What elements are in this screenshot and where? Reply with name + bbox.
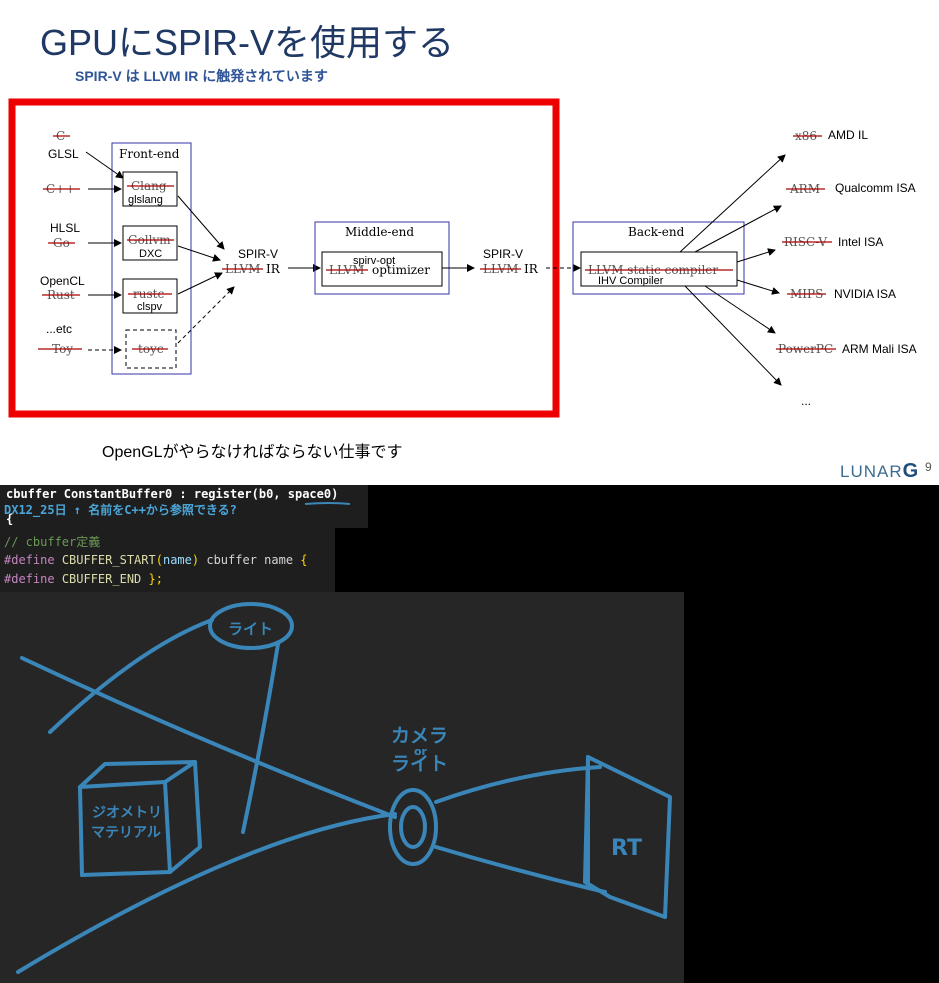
code-define-end: #define CBUFFER_END }; [4,572,163,586]
backend-new: IHV Compiler [598,275,664,287]
sketch-light-label: ライト [228,620,273,638]
code-comment: // cbuffer定義 [4,535,101,549]
define-paren-close: ) [191,553,200,567]
red-highlight-frame [8,98,560,418]
input-new-3: OpenCL [40,274,85,288]
sketch-canvas: ライト カメラ or ライト ジオメトリ マテリアル RT [0,592,684,983]
slide: GPUにSPIR-Vを使用する SPIR-V は LLVM IR に触発されてい… [0,0,939,485]
optimizer-suffix: optimizer [372,263,430,277]
define-keyword: #define [4,553,55,567]
camera-ellipse [388,788,438,866]
define-brace: { [300,553,308,567]
ir1-suffix: IR [266,262,281,276]
input-new-0: GLSL [48,147,79,161]
define-body: }; [148,572,163,586]
target-new-1: Qualcomm ISA [835,181,916,195]
frontend-label: Front-end [119,147,180,161]
slide-caption: OpenGLがやらなければならない仕事です [102,444,403,461]
code-snippet-defines: // cbuffer定義 #define CBUFFER_START(name)… [0,528,335,592]
ir1-top: SPIR-V [238,247,278,261]
define-body: cbuffer name [206,553,294,567]
define-paren-open: ( [155,553,163,567]
frontend-new-2: clspv [137,301,163,313]
target-new-0: AMD IL [828,128,868,142]
lunarg-logo: LUNARG [840,460,919,483]
compiler-diagram: Front-end C GLSL C++ HLSL Go OpenCL Rust… [8,98,917,418]
code-define-start: #define CBUFFER_START(name) cbuffer name… [4,553,308,567]
logo-text: LUNAR [840,462,903,481]
target-new-2: Intel ISA [838,235,883,249]
target-new-4: ARM Mali ISA [842,342,917,356]
sketch-geometry-label: ジオメトリ [92,805,162,821]
backend-label: Back-end [628,225,685,239]
page-number: 9 [925,460,932,474]
define-name: CBUFFER_START [61,553,156,567]
frontend-new-1: DXC [139,248,162,260]
target-new-3: NVIDIA ISA [834,287,896,301]
ir2-suffix: IR [524,262,539,276]
target-new-5: ... [801,394,811,408]
sketch-light2-label: ライト [391,753,448,775]
middleend-label: Middle-end [345,225,414,239]
sketch-camera-label: カメラ [391,725,448,747]
logo-g: G [902,460,920,482]
sketch-drawing: ライト カメラ or ライト ジオメトリ マテリアル RT [16,602,672,974]
note-underline [304,502,351,505]
sketch-material-label: マテリアル [91,825,161,841]
define-arg: name [162,553,192,567]
input-new-4: ...etc [46,322,72,336]
ir2-top: SPIR-V [483,247,523,261]
sketch-rt-label: RT [611,836,642,861]
define-keyword: #define [4,572,55,586]
input-new-2: HLSL [50,221,80,235]
code-snippet-cbuffer: cbuffer ConstantBuffer0 : register(b0, s… [0,485,368,528]
define-name: CBUFFER_END [61,572,142,586]
frontend-new-0: glslang [128,194,163,206]
